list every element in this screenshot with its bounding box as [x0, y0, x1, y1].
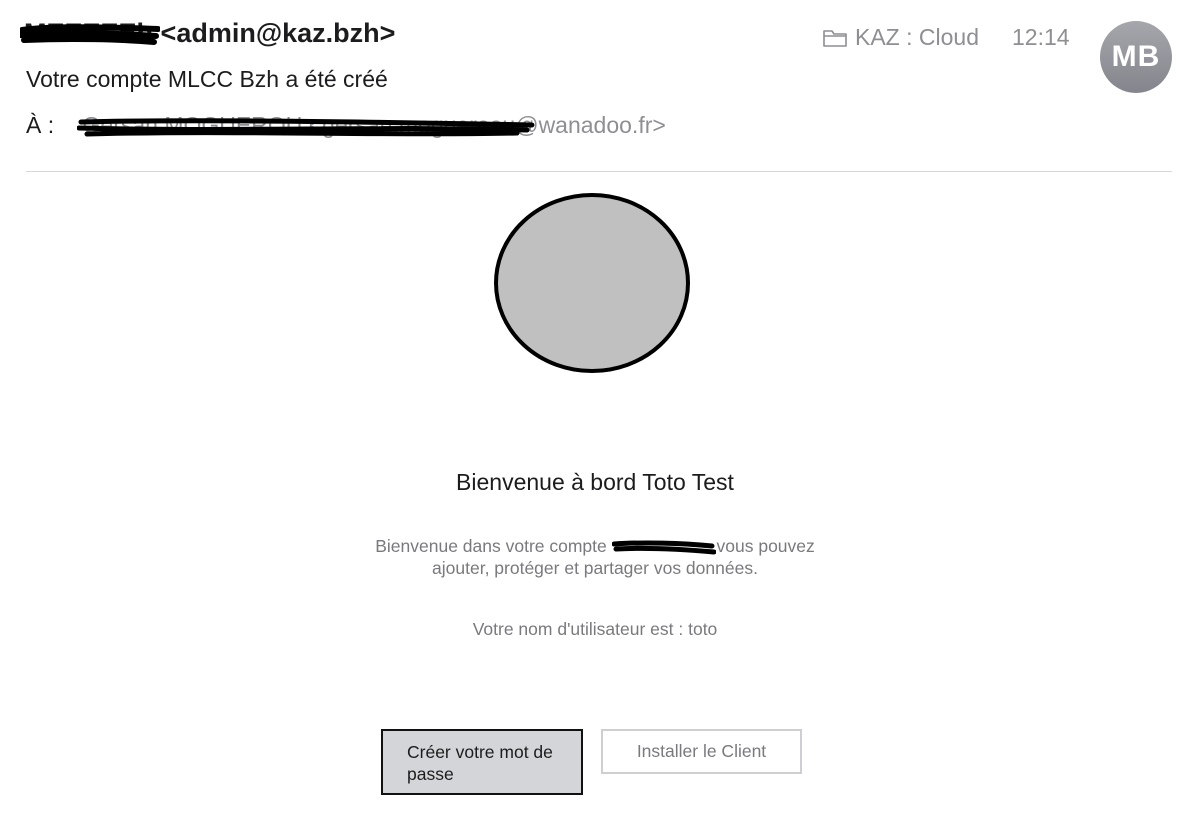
redaction-scribble: [20, 24, 160, 45]
username-line: Votre nom d'utilisateur est : toto: [472, 619, 718, 639]
header-divider: [26, 171, 1172, 172]
recipient-address[interactable]: Gersan MOGUEROU <gersan.mogueroou@wanado…: [76, 112, 666, 139]
create-password-button[interactable]: Créer votre mot de passe: [381, 729, 583, 795]
welcome-line-1: Bienvenue dans votre compte vous pouvez: [375, 536, 815, 556]
welcome-text: Bienvenue dans votre compte vous pouvez …: [0, 535, 1190, 579]
folder-icon: [823, 29, 847, 47]
sender-name-redacted: MEEEEEh: [20, 18, 160, 49]
recipient-row: À : Gersan MOGUEROU <gersan.mogueroou@wa…: [26, 112, 666, 139]
folder-label: KAZ : Cloud: [855, 24, 979, 50]
sender-email: <admin@kaz.bzh>: [160, 18, 396, 48]
email-subject: Votre compte MLCC Bzh a été créé: [26, 66, 388, 92]
redaction-scribble: [611, 540, 716, 555]
avatar-initials: MB: [1111, 40, 1161, 73]
welcome-title: Bienvenue à bord Toto Test: [456, 469, 734, 495]
logo-placeholder-circle: [494, 193, 690, 373]
mailbox-folder[interactable]: KAZ : Cloud: [822, 24, 979, 51]
welcome-line-2: ajouter, protéger et partager vos donnée…: [432, 558, 758, 578]
email-time: 12:14: [1012, 24, 1070, 50]
avatar[interactable]: MB: [1100, 21, 1172, 93]
sender[interactable]: MEEEEEh <admin@kaz.bzh>: [20, 18, 396, 49]
redaction-scribble: [76, 118, 535, 137]
install-client-button[interactable]: Installer le Client: [601, 729, 802, 774]
redacted-account-name: [611, 539, 716, 555]
to-label: À :: [26, 112, 55, 138]
